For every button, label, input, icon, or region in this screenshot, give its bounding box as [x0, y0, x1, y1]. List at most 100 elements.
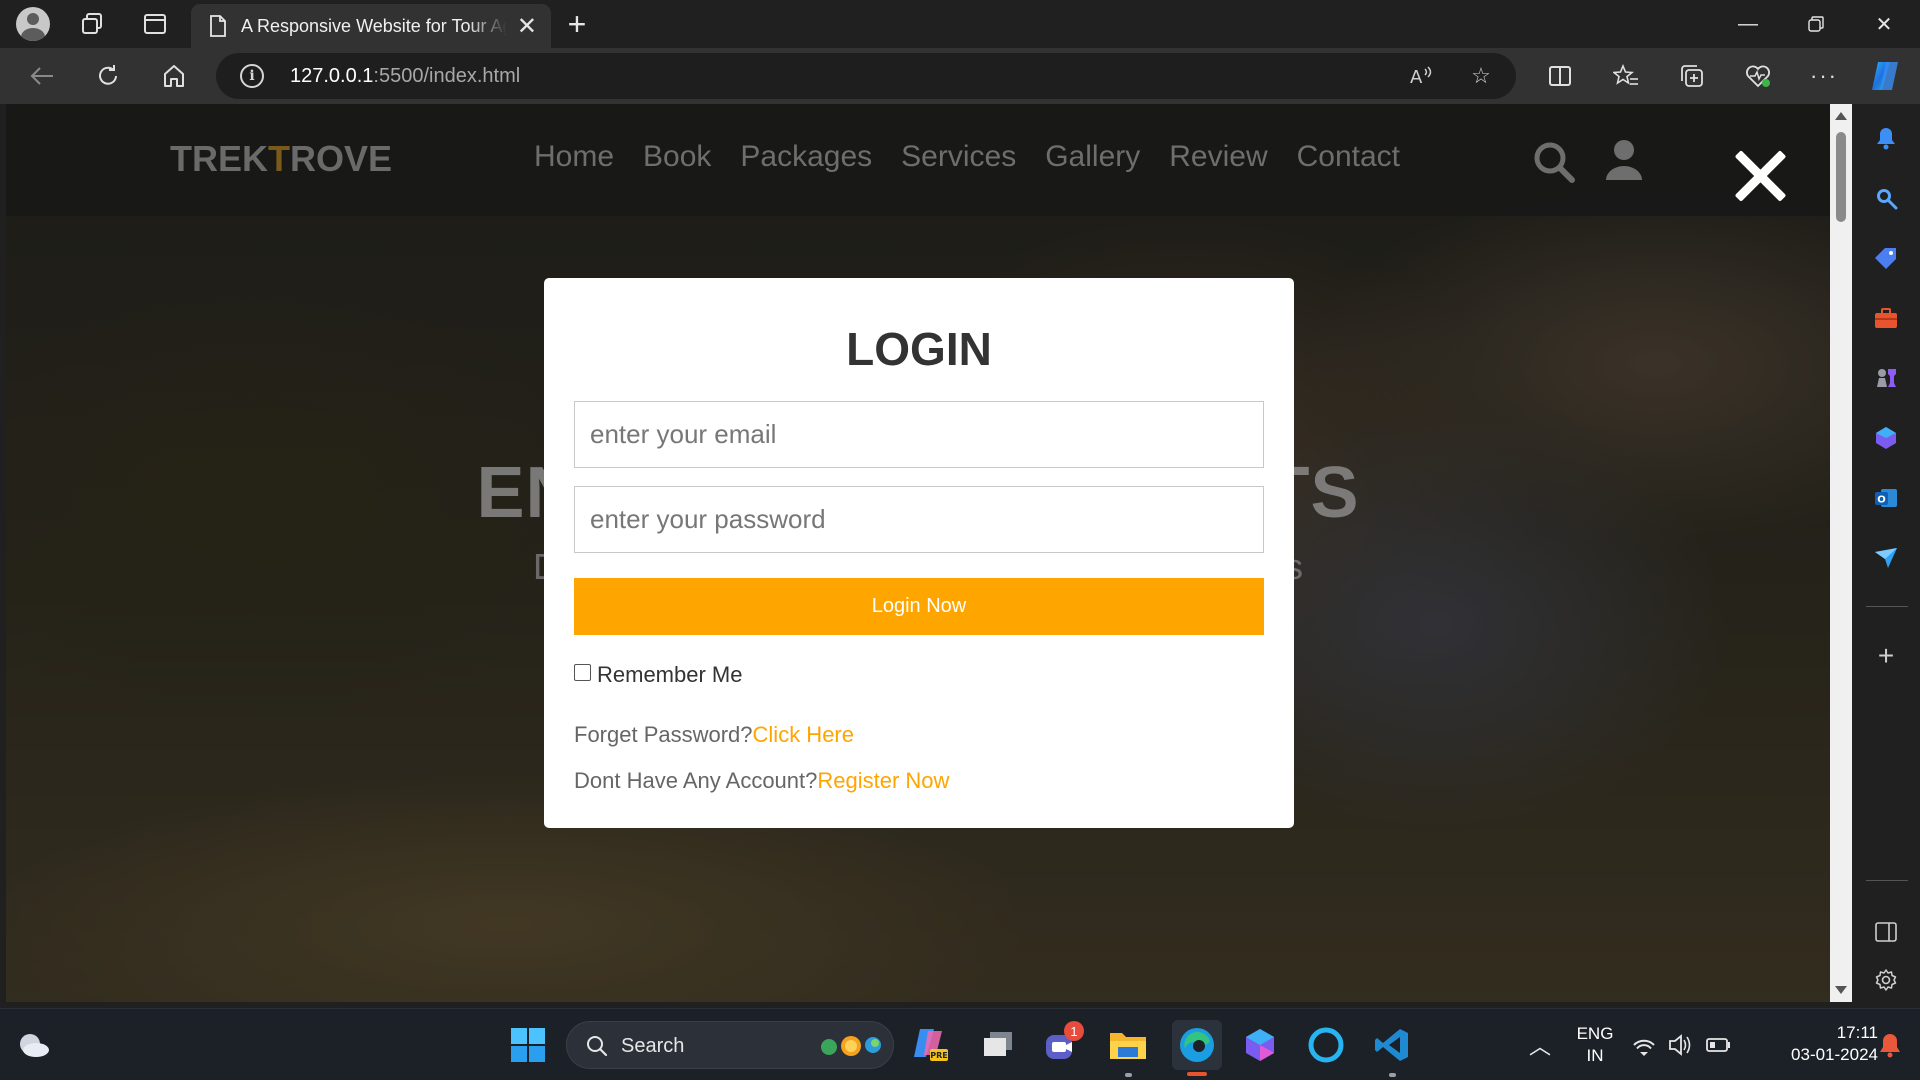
taskbar-search[interactable]: Search [566, 1021, 894, 1069]
start-button[interactable] [506, 1023, 550, 1067]
tab-actions-button[interactable] [132, 0, 178, 48]
register-link[interactable]: Register Now [817, 768, 949, 793]
close-window-button[interactable]: ✕ [1850, 0, 1918, 48]
page-viewport: ENDAITS Diits TREKTROVE Home Book Packag… [6, 104, 1830, 1002]
search-icon [587, 1036, 608, 1057]
clock[interactable]: 17:11 03-01-2024 [1752, 1022, 1878, 1066]
system-tray-status[interactable] [1630, 1023, 1750, 1067]
remember-me-checkbox[interactable] [574, 663, 591, 681]
forgot-password-line: Forget Password?Click Here [574, 722, 854, 747]
cortana-icon[interactable] [1304, 1023, 1348, 1067]
profile-avatar[interactable] [10, 0, 56, 48]
hide-sidebar-icon[interactable] [1866, 912, 1906, 952]
more-menu-button[interactable]: ··· [1804, 56, 1844, 96]
nav-services[interactable]: Services [901, 140, 1016, 174]
language-indicator[interactable]: ENG IN [1570, 1023, 1620, 1067]
remember-me-row[interactable]: Remember Me [574, 662, 742, 688]
weather-widget-icon[interactable] [12, 1023, 56, 1067]
copilot-preview-app-icon[interactable]: PRE [908, 1023, 952, 1067]
scroll-thumb[interactable] [1836, 132, 1846, 222]
browser-essentials-button[interactable] [1738, 56, 1778, 96]
nav-contact[interactable]: Contact [1297, 140, 1400, 174]
tools-briefcase-icon[interactable] [1866, 298, 1906, 338]
games-chess-icon[interactable] [1866, 358, 1906, 398]
teams-icon[interactable]: 1 [1040, 1021, 1084, 1067]
copilot-button[interactable] [1866, 56, 1906, 96]
microsoft-365-icon[interactable] [1866, 418, 1906, 458]
email-input[interactable] [574, 401, 1264, 468]
sidebar-settings-gear-icon[interactable] [1866, 960, 1906, 1000]
address-bar[interactable]: i 127.0.0.1:5500/index.html A ☆ [216, 53, 1516, 99]
clock-time: 17:11 [1836, 1023, 1878, 1042]
send-plane-icon[interactable] [1866, 538, 1906, 578]
clock-date: 03-01-2024 [1791, 1045, 1878, 1064]
notifications-icon[interactable] [1866, 118, 1906, 158]
main-nav: Home Book Packages Services Gallery Revi… [534, 140, 1429, 174]
minimize-button[interactable]: — [1714, 0, 1782, 48]
outlook-icon[interactable]: O [1866, 478, 1906, 518]
user-icon[interactable] [1602, 138, 1646, 182]
add-sidebar-app-icon[interactable]: + [1866, 636, 1906, 676]
page-icon [210, 15, 226, 37]
workspaces-button[interactable] [70, 0, 116, 48]
read-aloud-icon[interactable]: A [1406, 61, 1436, 91]
svg-text:PRE: PRE [930, 1051, 948, 1060]
wifi-icon [1633, 1039, 1655, 1056]
svg-text:A: A [1410, 67, 1423, 87]
search-highlight-icon [821, 1036, 881, 1056]
favorite-star-icon[interactable]: ☆ [1466, 61, 1496, 91]
task-view-icon[interactable] [976, 1023, 1020, 1067]
page-scrollbar[interactable] [1830, 104, 1852, 1002]
close-login-icon[interactable] [1732, 148, 1788, 204]
reload-icon [99, 65, 117, 85]
forgot-password-link[interactable]: Click Here [753, 722, 854, 747]
running-indicator [1389, 1073, 1396, 1077]
restore-button[interactable] [1782, 0, 1850, 48]
shopping-tag-icon[interactable] [1866, 238, 1906, 278]
site-info-icon[interactable]: i [240, 64, 264, 88]
tab-title: A Responsive Website for Tour Agency [241, 15, 507, 36]
collections-button[interactable] [1672, 56, 1712, 96]
home-icon [164, 65, 184, 87]
nav-gallery[interactable]: Gallery [1045, 140, 1140, 174]
running-indicator [1125, 1073, 1132, 1077]
active-tab[interactable]: A Responsive Website for Tour Agency ✕ [191, 4, 551, 48]
collections-icon [1681, 65, 1703, 87]
edge-sidebar: O + [1852, 104, 1920, 1002]
search-sidebar-icon[interactable] [1866, 178, 1906, 218]
search-label: Search [621, 1035, 685, 1057]
new-tab-button[interactable]: + [557, 4, 597, 44]
file-explorer-icon[interactable] [1106, 1023, 1150, 1077]
tab-close-icon[interactable]: ✕ [517, 12, 537, 41]
search-icon[interactable] [1532, 140, 1576, 184]
teams-badge: 1 [1064, 1021, 1084, 1041]
svg-text:O: O [1877, 495, 1886, 506]
scroll-up-arrow[interactable] [1835, 112, 1847, 120]
m365-taskbar-icon[interactable] [1238, 1023, 1282, 1067]
battery-icon [1706, 1038, 1730, 1052]
split-screen-button[interactable] [1540, 56, 1580, 96]
reload-button[interactable] [88, 56, 128, 96]
login-button[interactable]: Login Now [574, 578, 1264, 635]
copilot-icon [1872, 62, 1898, 90]
nav-book[interactable]: Book [643, 140, 711, 174]
windows-taskbar: Search PRE 1 ︿ ENG IN 17:11 03-01-2024 [0, 1008, 1920, 1080]
login-form: LOGIN Login Now Remember Me Forget Passw… [544, 278, 1294, 828]
site-logo[interactable]: TREKTROVE [170, 138, 392, 180]
scroll-down-arrow[interactable] [1835, 986, 1847, 994]
favorites-button[interactable] [1606, 56, 1646, 96]
sidebar-divider-bottom [1866, 880, 1908, 881]
active-indicator [1187, 1072, 1207, 1076]
remember-me-label: Remember Me [597, 662, 743, 687]
show-hidden-icons-chevron-icon[interactable]: ︿ [1518, 1023, 1562, 1067]
nav-home[interactable]: Home [534, 140, 614, 174]
home-button[interactable] [154, 56, 194, 96]
vscode-icon[interactable] [1370, 1023, 1414, 1077]
edge-taskbar-icon[interactable] [1172, 1020, 1222, 1076]
volume-icon [1669, 1034, 1691, 1056]
nav-review[interactable]: Review [1169, 140, 1267, 174]
nav-packages[interactable]: Packages [740, 140, 872, 174]
back-button[interactable] [22, 56, 62, 96]
password-input[interactable] [574, 486, 1264, 553]
notification-bell-icon[interactable] [1868, 1023, 1912, 1067]
